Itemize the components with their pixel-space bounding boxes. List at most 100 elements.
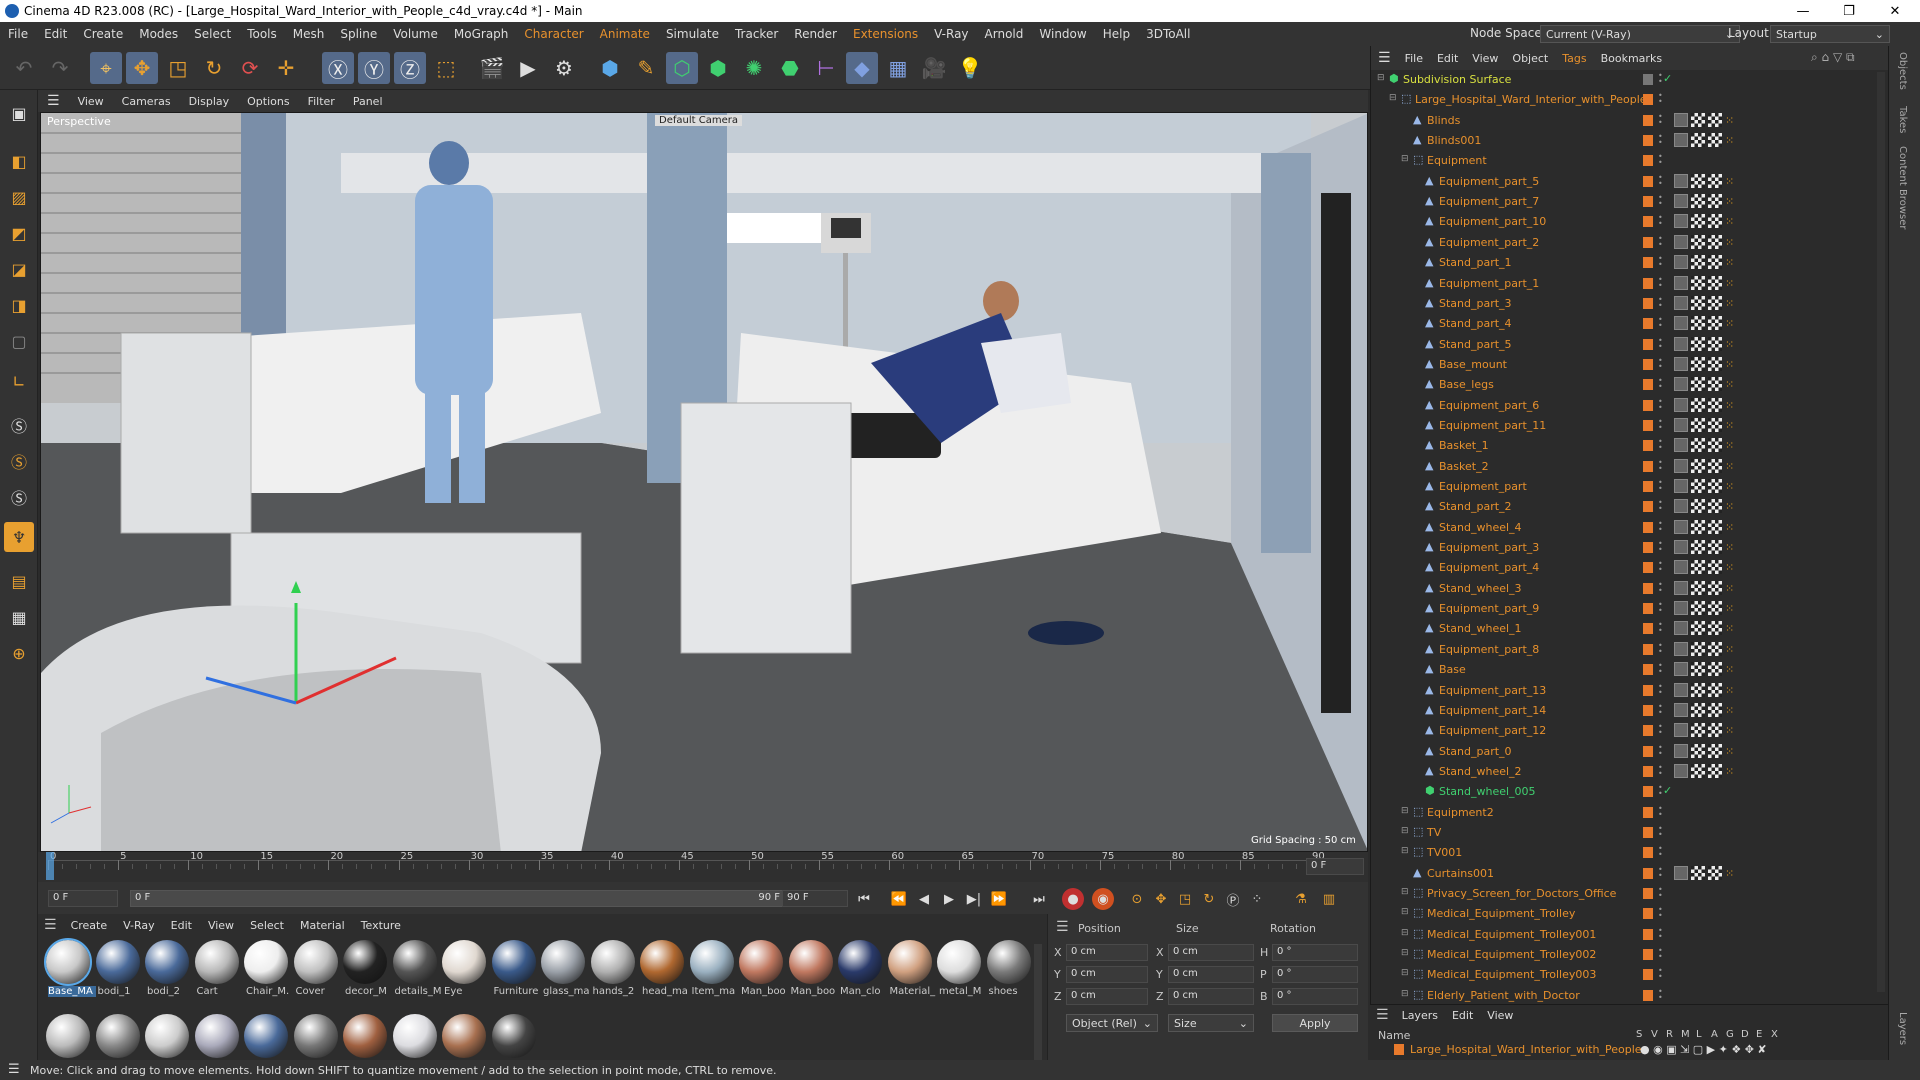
material-menu-item[interactable]: Material [292, 919, 353, 932]
phong-tag-icon[interactable] [1674, 662, 1688, 677]
phong-tag-icon[interactable] [1674, 499, 1688, 514]
visibility-dots[interactable]: • • [1658, 72, 1663, 86]
rot-b-field[interactable]: 0 ° [1272, 988, 1358, 1005]
material-tag-icon[interactable] [1691, 621, 1705, 636]
viewport-menu-item[interactable]: Filter [299, 95, 344, 108]
layer-toggle-icons[interactable]: ● ◉ ▣ ⇲ ▢ ▶ ✦ ❖ ✥ ✘ [1640, 1043, 1767, 1056]
layer-color-swatch[interactable] [1643, 826, 1653, 838]
vray-tag-icon[interactable]: ⁙ [1725, 277, 1734, 290]
object-menu-item[interactable]: Edit [1430, 52, 1465, 65]
material-swatch[interactable] [244, 940, 288, 984]
visibility-dots[interactable]: • • [1658, 845, 1663, 859]
object-row[interactable]: ⬢ Stand_wheel_005 • • ✓ [1371, 782, 1889, 802]
visibility-dots[interactable]: • • [1658, 763, 1663, 777]
layer-color-swatch[interactable] [1643, 114, 1653, 126]
material-tag-icon[interactable] [1708, 621, 1722, 636]
layer-color-swatch[interactable] [1643, 196, 1653, 208]
material-tag-icon[interactable] [1691, 336, 1705, 351]
material-tag-icon[interactable] [1691, 438, 1705, 453]
vray-tag-icon[interactable]: ⁙ [1725, 399, 1734, 412]
visibility-dots[interactable]: • • [1658, 723, 1663, 737]
object-row[interactable]: ⊟ ⬚ Medical_Equipment_Trolley003 • • [1371, 965, 1889, 985]
material-tag-icon[interactable] [1691, 723, 1705, 738]
vray-tag-icon[interactable]: ⁙ [1725, 745, 1734, 758]
material-tag-icon[interactable] [1708, 417, 1722, 432]
object-row[interactable]: ▲ Equipment_part_13 • • ⁙ [1371, 681, 1889, 701]
phong-tag-icon[interactable] [1674, 702, 1688, 717]
object-name[interactable]: Medical_Equipment_Trolley002 [1427, 948, 1596, 961]
material-tag-icon[interactable] [1708, 641, 1722, 656]
z-axis-lock-icon[interactable]: Ⓩ [394, 52, 426, 84]
phong-tag-icon[interactable] [1674, 763, 1688, 778]
object-row[interactable]: ▲ Basket_2 • • ⁙ [1371, 457, 1889, 477]
material-label[interactable]: Chair_M. [246, 986, 294, 997]
phong-tag-icon[interactable] [1674, 377, 1688, 392]
maximize-button[interactable]: ❐ [1826, 0, 1872, 22]
visibility-dots[interactable]: • • [1658, 458, 1663, 472]
object-name[interactable]: Stand_wheel_005 [1439, 785, 1536, 798]
visibility-dots[interactable]: • • [1658, 173, 1663, 187]
material-tag-icon[interactable] [1708, 173, 1722, 188]
material-tag-icon[interactable] [1708, 580, 1722, 595]
layer-column-header[interactable]: L [1696, 1029, 1702, 1040]
object-name[interactable]: Equipment_part_7 [1439, 195, 1539, 208]
layer-color-swatch[interactable] [1643, 603, 1653, 615]
visibility-dots[interactable]: • • [1658, 316, 1663, 330]
vray-tag-icon[interactable]: ⁙ [1725, 684, 1734, 697]
layer-color-swatch[interactable] [1643, 175, 1653, 187]
object-name[interactable]: Equipment_part_10 [1439, 215, 1546, 228]
grid-icon[interactable]: ▤ [4, 566, 34, 596]
object-row[interactable]: ▲ Equipment_part_8 • • ⁙ [1371, 640, 1889, 660]
pen-spline-icon[interactable]: ✎ [630, 52, 662, 84]
material-label[interactable]: Cover [296, 986, 344, 997]
material-menu-item[interactable]: Create [63, 919, 116, 932]
layer-color-swatch[interactable] [1643, 236, 1653, 248]
vray-tag-icon[interactable]: ⁙ [1725, 256, 1734, 269]
object-name[interactable]: Equipment_part_6 [1439, 399, 1539, 412]
visibility-dots[interactable]: • • [1658, 112, 1663, 126]
object-row[interactable]: ▲ Blinds001 • • ⁙ [1371, 131, 1889, 151]
material-label[interactable]: Man_clo [840, 986, 888, 997]
menu-item[interactable]: Modes [131, 27, 186, 41]
object-name[interactable]: Subdivision Surface [1403, 73, 1511, 86]
layer-color-swatch[interactable] [1643, 684, 1653, 696]
visibility-dots[interactable]: • • [1658, 886, 1663, 900]
render-view-icon[interactable]: 🎬 [476, 52, 508, 84]
recent-tools-icon[interactable]: ⟳ [234, 52, 266, 84]
visibility-dots[interactable]: • • [1658, 682, 1663, 696]
material-tag-icon[interactable] [1708, 702, 1722, 717]
visibility-dots[interactable]: • • [1658, 540, 1663, 554]
object-name[interactable]: Stand_part_2 [1439, 500, 1512, 513]
param-key-icon[interactable]: Ⓟ [1222, 888, 1244, 910]
vray-tag-icon[interactable]: ⁙ [1725, 134, 1734, 147]
visibility-dots[interactable]: • • [1658, 906, 1663, 920]
layer-color-swatch[interactable] [1643, 582, 1653, 594]
material-swatch[interactable] [95, 1014, 140, 1058]
material-tag-icon[interactable] [1708, 499, 1722, 514]
layer-menu-item[interactable]: Edit [1445, 1009, 1480, 1022]
vray-tag-icon[interactable]: ⁙ [1725, 195, 1734, 208]
layer-color-swatch[interactable] [1643, 257, 1653, 269]
y-axis-lock-icon[interactable]: Ⓨ [358, 52, 390, 84]
material-label[interactable]: Base_MA [48, 986, 96, 997]
menu-item[interactable]: MoGraph [446, 27, 517, 41]
hamburger-icon[interactable]: ☰ [38, 917, 63, 933]
menu-item[interactable]: Extensions [845, 27, 926, 41]
expand-icon[interactable]: ⊟ [1401, 806, 1409, 816]
object-row[interactable]: ▲ Equipment_part_4 • • ⁙ [1371, 558, 1889, 578]
expand-icon[interactable]: ⊟ [1401, 907, 1409, 917]
object-name[interactable]: Basket_1 [1439, 439, 1489, 452]
layer-color-swatch[interactable] [1643, 358, 1653, 370]
material-label[interactable]: Man_boo [791, 986, 839, 997]
material-tag-icon[interactable] [1708, 356, 1722, 371]
layer-column-header[interactable]: S [1636, 1029, 1642, 1040]
material-tag-icon[interactable] [1708, 560, 1722, 575]
viewport-menu-item[interactable]: Cameras [113, 95, 180, 108]
object-menu-item[interactable]: File [1398, 52, 1430, 65]
visibility-dots[interactable]: • • [1658, 702, 1663, 716]
object-row[interactable]: ▲ Equipment_part_11 • • ⁙ [1371, 416, 1889, 436]
object-row[interactable]: ▲ Equipment_part_6 • • ⁙ [1371, 396, 1889, 416]
material-swatch[interactable] [194, 940, 239, 984]
visibility-dots[interactable]: • • [1658, 784, 1663, 798]
phong-tag-icon[interactable] [1674, 214, 1688, 229]
